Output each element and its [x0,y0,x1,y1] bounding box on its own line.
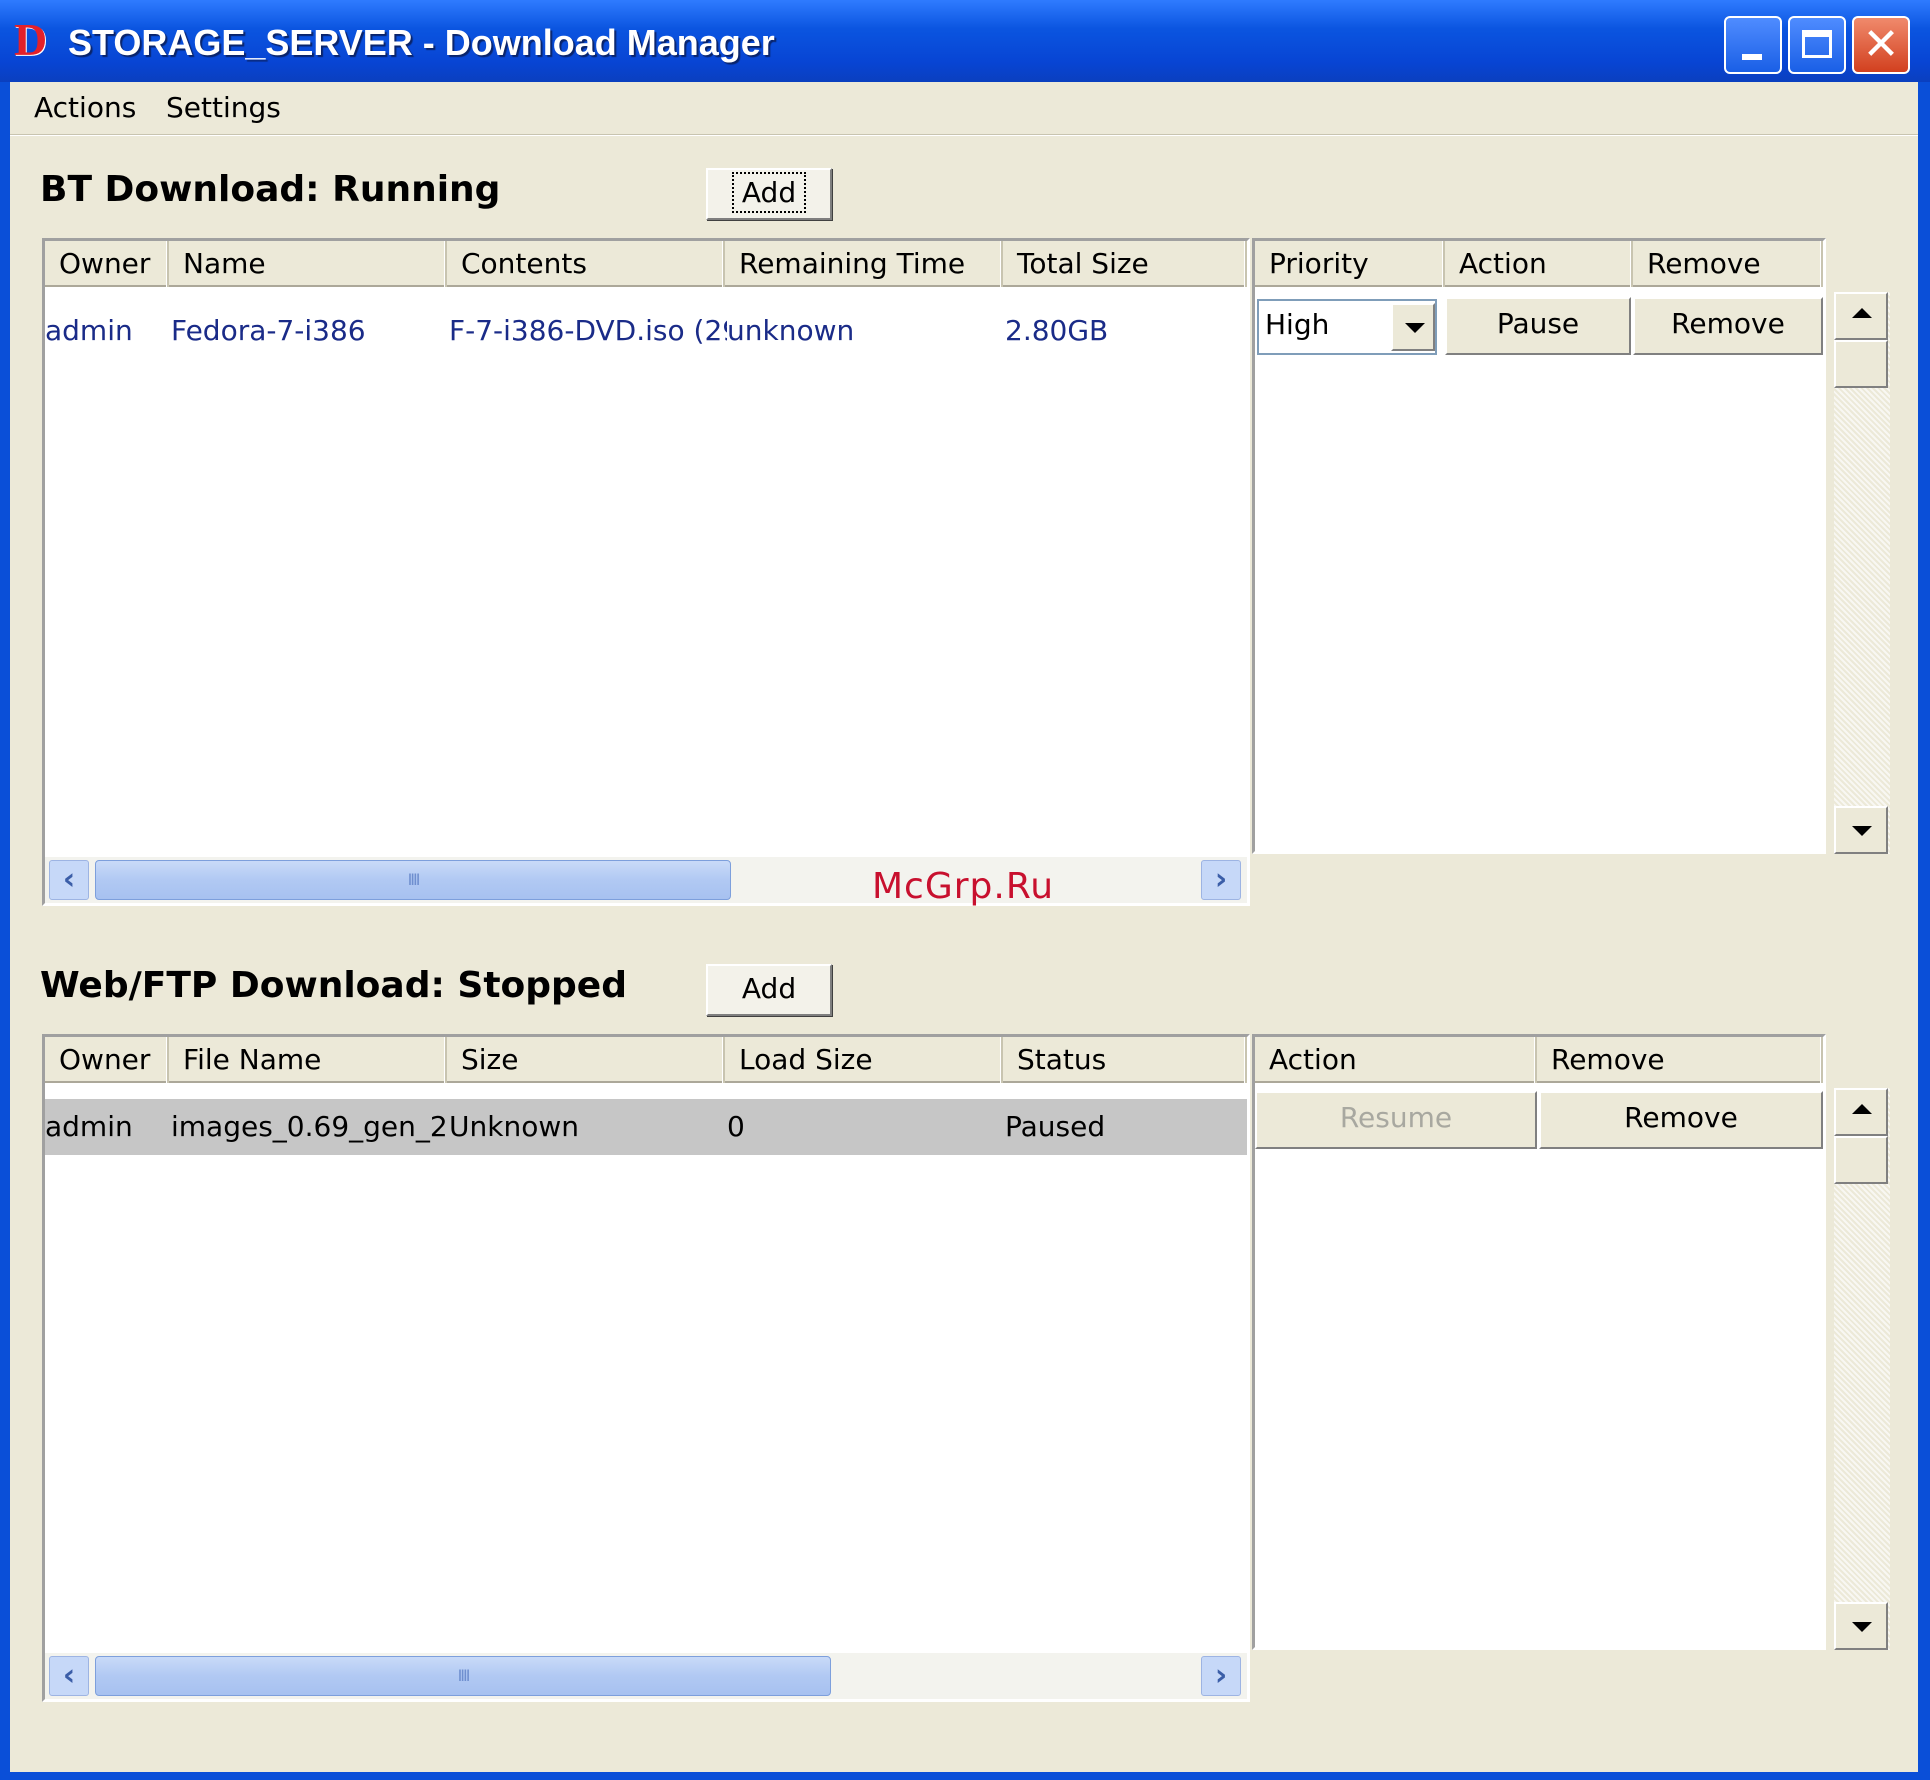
bt-cell-contents: F-7-i386-DVD.iso (29 [449,314,727,347]
maximize-icon [1802,30,1832,58]
web-add-label: Add [741,972,797,1005]
web-cell-size: Unknown [449,1110,579,1143]
web-col-action[interactable]: Action [1255,1037,1537,1083]
bt-table-header: Owner Name Contents Remaining Time Total… [45,241,1247,287]
web-col-remove[interactable]: Remove [1537,1037,1823,1083]
scroll-right-icon[interactable]: › [1201,1656,1241,1696]
scroll-up-icon[interactable] [1834,292,1888,340]
close-icon: ✕ [1862,19,1900,70]
bt-col-name[interactable]: Name [169,241,447,287]
web-cell-load-size: 0 [727,1110,745,1143]
web-table: Owner File Name Size Load Size Status ad… [42,1034,1250,1702]
web-vertical-scrollbar[interactable] [1834,1088,1890,1650]
scroll-right-icon[interactable]: › [1201,860,1241,900]
resume-button[interactable]: Resume [1255,1091,1537,1149]
minimize-icon [1742,54,1762,60]
bt-cell-owner: admin [45,314,133,347]
bt-add-button[interactable]: Add [706,168,832,220]
scroll-up-icon[interactable] [1834,1088,1888,1136]
web-add-button[interactable]: Add [706,964,832,1016]
minimize-button[interactable] [1724,16,1782,74]
priority-value: High [1265,308,1330,341]
web-col-load-size[interactable]: Load Size [725,1037,1003,1083]
web-section-title: Web/FTP Download: Stopped [40,965,627,1006]
bt-col-remove[interactable]: Remove [1633,241,1823,287]
web-col-file-name[interactable]: File Name [169,1037,447,1083]
web-horizontal-scrollbar[interactable]: ‹ IIII › [45,1653,1247,1699]
web-vscroll-thumb[interactable] [1834,1136,1888,1184]
web-action-header: Action Remove [1255,1037,1823,1083]
menu-actions[interactable]: Actions [28,88,142,128]
bt-remove-button[interactable]: Remove [1633,297,1823,355]
bt-col-owner[interactable]: Owner [45,241,169,287]
chevron-down-icon[interactable] [1391,303,1435,351]
bt-section-title: BT Download: Running [40,169,501,210]
web-col-size[interactable]: Size [447,1037,725,1083]
bt-table: Owner Name Contents Remaining Time Total… [42,238,1250,906]
watermark: McGrp.Ru [872,866,1055,907]
bt-vscroll-thumb[interactable] [1834,340,1888,388]
web-cell-owner: admin [45,1110,133,1143]
web-cell-file-name: images_0.69_gen_29 [171,1110,447,1143]
web-col-status[interactable]: Status [1003,1037,1247,1083]
web-remove-button[interactable]: Remove [1539,1091,1823,1149]
bt-vertical-scrollbar[interactable] [1834,292,1890,854]
bt-cell-name: Fedora-7-i386 [171,314,366,347]
bt-cell-remaining-time: unknown [727,314,855,347]
menu-separator [10,134,1918,136]
bt-add-label: Add [731,172,807,213]
bt-col-remaining-time[interactable]: Remaining Time [725,241,1003,287]
web-col-owner[interactable]: Owner [45,1037,169,1083]
bt-horizontal-scrollbar[interactable]: ‹ IIII › [45,857,1247,903]
bt-col-contents[interactable]: Contents [447,241,725,287]
bt-scroll-thumb[interactable]: IIII [95,860,731,900]
app-logo-icon: D [14,14,48,65]
web-scroll-thumb[interactable]: IIII [95,1656,831,1696]
bt-col-action[interactable]: Action [1445,241,1633,287]
maximize-button[interactable] [1788,16,1846,74]
window-title: STORAGE_SERVER - Download Manager [68,22,775,63]
title-bar[interactable]: D STORAGE_SERVER - Download Manager ✕ [0,0,1930,82]
pause-button[interactable]: Pause [1445,297,1631,355]
priority-select[interactable]: High [1257,299,1437,355]
menu-settings[interactable]: Settings [160,88,287,128]
web-table-header: Owner File Name Size Load Size Status [45,1037,1247,1083]
bt-action-table: Priority Action Remove High Pause Remove [1252,238,1826,854]
close-button[interactable]: ✕ [1852,16,1910,74]
web-table-row[interactable]: admin images_0.69_gen_29 Unknown 0 Pause… [45,1099,1247,1155]
bt-cell-total-size: 2.80GB [1005,314,1109,347]
bt-col-priority[interactable]: Priority [1255,241,1445,287]
scroll-down-icon[interactable] [1834,806,1888,854]
scroll-left-icon[interactable]: ‹ [49,1656,89,1696]
scroll-down-icon[interactable] [1834,1602,1888,1650]
bt-col-total-size[interactable]: Total Size [1003,241,1247,287]
scroll-left-icon[interactable]: ‹ [49,860,89,900]
menu-bar: Actions Settings [10,82,1918,134]
web-cell-status: Paused [1005,1110,1106,1143]
web-action-table: Action Remove Resume Remove [1252,1034,1826,1650]
bt-table-row[interactable]: admin Fedora-7-i386 F-7-i386-DVD.iso (29… [45,307,1247,355]
bt-action-header: Priority Action Remove [1255,241,1823,287]
